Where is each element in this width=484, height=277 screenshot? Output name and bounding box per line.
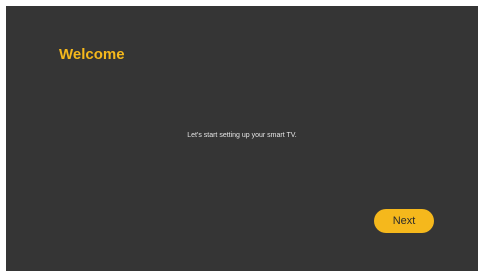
page-title: Welcome — [59, 46, 125, 63]
next-button[interactable]: Next — [374, 209, 434, 233]
welcome-screen: Welcome Let's start setting up your smar… — [6, 6, 478, 271]
welcome-message: Let's start setting up your smart TV. — [187, 132, 297, 139]
